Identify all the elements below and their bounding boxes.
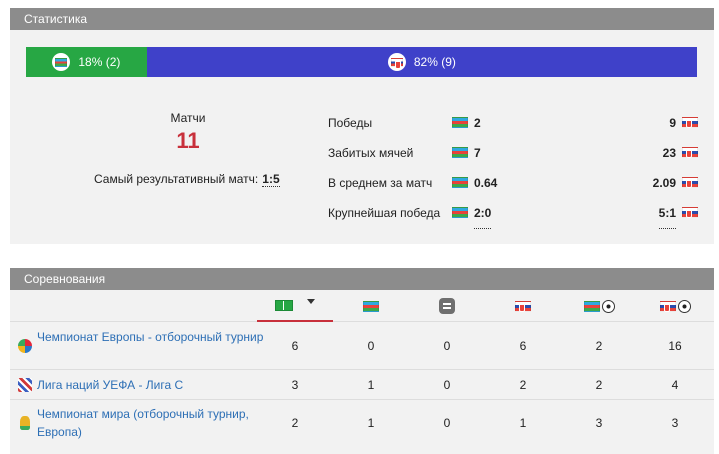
table-header (10, 290, 714, 322)
sort-caret-icon (307, 298, 315, 304)
world-cup-icon (20, 416, 30, 430)
stat-row-wins: Победы 2 9 (328, 108, 698, 138)
col-team-a-wins[interactable] (351, 290, 391, 322)
competitions-title: Соревнования (10, 268, 714, 290)
col-team-a-goals[interactable] (579, 290, 619, 322)
col-draws[interactable] (427, 290, 467, 322)
best-match: Самый результативный матч: 1:5 (94, 172, 280, 187)
azerbaijan-flag-icon (363, 300, 379, 312)
cell-team-b-goals: 16 (668, 339, 682, 353)
team-a-biggest-win-link[interactable]: 2:0 (474, 198, 492, 229)
azerbaijan-flag-icon (583, 300, 600, 312)
slovakia-flag-icon (659, 300, 676, 312)
stat-row-goals: Забитых мячей 7 23 (328, 138, 698, 168)
team-b-biggest-win-link[interactable]: 5:1 (658, 198, 676, 229)
stat-label: Забитых мячей (328, 146, 414, 160)
cell-team-a-wins: 0 (367, 339, 375, 353)
azerbaijan-flag-icon (452, 177, 468, 188)
cell-draws: 0 (443, 339, 451, 353)
slovakia-flag-icon (682, 117, 698, 128)
col-team-b-goals[interactable] (655, 290, 695, 322)
competition-link[interactable]: Чемпионат мира (отборочный турнир, Европ… (37, 405, 267, 441)
cell-matches: 6 (291, 339, 299, 353)
cell-team-b-goals: 3 (671, 416, 679, 430)
slovakia-flag-icon (390, 57, 403, 69)
stat-label: Крупнейшая победа (328, 206, 441, 220)
azerbaijan-flag-icon (452, 147, 468, 158)
matches-field-icon (275, 299, 293, 311)
competition-link[interactable]: Чемпионат Европы - отборочный турнир (37, 328, 267, 346)
ball-icon (677, 299, 691, 313)
team-a-value: 2 (474, 116, 481, 130)
statistics-panel: Статистика 18% (2) 82% (9) Матчи 11 Самы… (10, 8, 714, 244)
share-bar: 18% (2) 82% (9) (26, 47, 697, 77)
best-match-score-link[interactable]: 1:5 (262, 172, 280, 187)
azerbaijan-flag-icon (452, 207, 468, 218)
draw-icon (439, 298, 455, 314)
ball-icon (601, 299, 615, 313)
cell-team-a-goals: 3 (595, 416, 603, 430)
col-team-b-wins[interactable] (503, 290, 543, 322)
sort-by-matches[interactable] (257, 290, 333, 322)
team-b-value: 9 (669, 116, 676, 130)
slovakia-flag-icon (682, 147, 698, 158)
euro-cup-icon (18, 339, 32, 353)
cell-team-a-goals: 2 (595, 339, 603, 353)
cell-draws: 0 (443, 416, 451, 430)
cell-matches: 2 (291, 416, 299, 430)
competitions-panel: Соревнования Чемпионат Европы - отборочн… (10, 268, 714, 454)
team-a-share-label: 18% (2) (78, 55, 121, 69)
cell-draws: 0 (443, 378, 451, 392)
cell-team-a-goals: 2 (595, 378, 603, 392)
matches-count: 11 (176, 128, 200, 153)
team-b-share-label: 82% (9) (413, 55, 456, 69)
team-b-value: 2.09 (652, 176, 676, 190)
team-b-value: 23 (662, 146, 676, 160)
cell-team-a-wins: 1 (367, 378, 375, 392)
cell-team-b-wins: 2 (519, 378, 527, 392)
team-a-share: 18% (2) (26, 47, 147, 77)
best-match-label: Самый результативный матч: (94, 172, 259, 186)
slovakia-flag-icon (682, 177, 698, 188)
competition-link[interactable]: Лига наций УЕФА - Лига C (37, 376, 267, 394)
cell-matches: 3 (291, 378, 299, 392)
matches-label: Матчи (170, 111, 206, 125)
table-row: Лига наций УЕФА - Лига C 3 1 0 2 2 4 (10, 370, 714, 400)
table-row: Чемпионат мира (отборочный турнир, Европ… (10, 400, 714, 446)
slovakia-flag-icon (515, 300, 531, 312)
statistics-title: Статистика (10, 8, 714, 30)
stat-row-biggest-win: Крупнейшая победа 2:0 5:1 (328, 198, 698, 229)
team-a-value: 0.64 (474, 176, 498, 190)
cell-team-b-goals: 4 (671, 378, 679, 392)
azerbaijan-flag-icon (452, 117, 468, 128)
table-row: Чемпионат Европы - отборочный турнир 6 0… (10, 323, 714, 370)
team-b-share: 82% (9) (146, 47, 697, 77)
nations-league-icon (18, 378, 32, 392)
cell-team-a-wins: 1 (367, 416, 375, 430)
stat-label: В среднем за матч (328, 176, 433, 190)
azerbaijan-flag-icon (55, 57, 68, 67)
stat-row-average: В среднем за матч 0.64 2.09 (328, 168, 698, 198)
team-a-value: 7 (474, 146, 481, 160)
slovakia-flag-icon (682, 207, 698, 218)
cell-team-b-wins: 6 (519, 339, 527, 353)
cell-team-b-wins: 1 (519, 416, 527, 430)
stat-label: Победы (328, 116, 373, 130)
